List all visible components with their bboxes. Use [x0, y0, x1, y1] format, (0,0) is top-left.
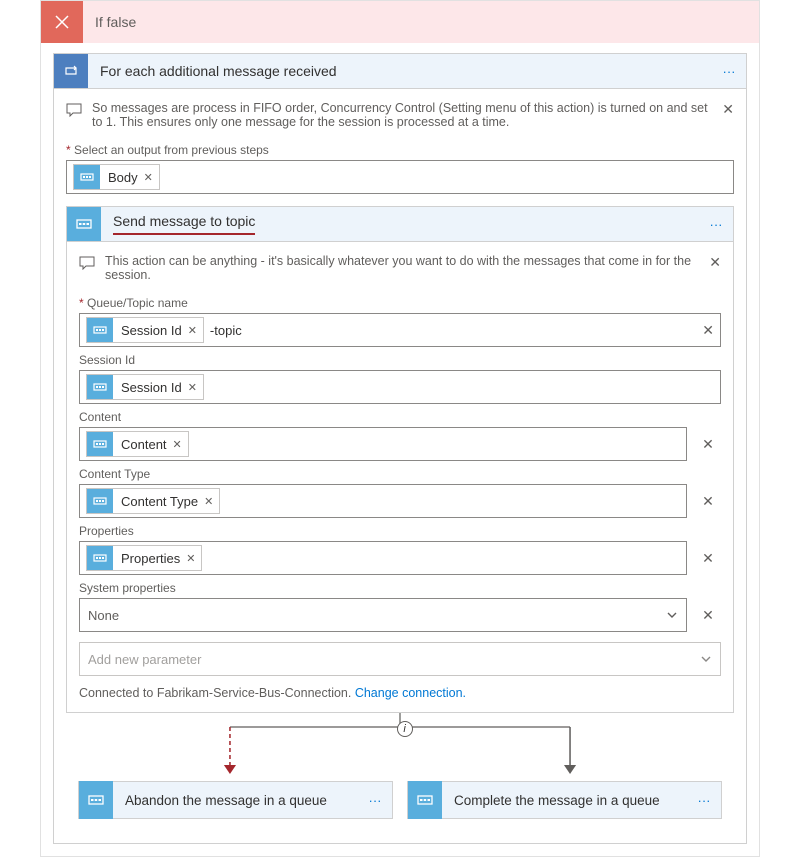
- props-token[interactable]: Properties ✕: [86, 545, 202, 571]
- servicebus-icon: [87, 317, 113, 343]
- servicebus-icon: [87, 488, 113, 514]
- queue-input[interactable]: Session Id ✕ -topic ✕: [79, 313, 721, 347]
- sysprops-select[interactable]: None: [79, 598, 687, 632]
- servicebus-icon: [87, 431, 113, 457]
- complete-menu-button[interactable]: ···: [687, 781, 721, 819]
- send-title: Send message to topic: [101, 213, 699, 235]
- content-token[interactable]: Content ✕: [86, 431, 189, 457]
- servicebus-icon: [408, 781, 442, 819]
- servicebus-icon: [67, 207, 101, 241]
- servicebus-icon: [87, 545, 113, 571]
- content-label: Content: [79, 410, 721, 424]
- flow-info-button[interactable]: i: [397, 721, 413, 737]
- if-false-header: If false: [41, 1, 759, 43]
- queue-token-remove[interactable]: ✕: [188, 324, 203, 337]
- add-parameter-placeholder: Add new parameter: [88, 652, 201, 667]
- foreach-menu-button[interactable]: ···: [712, 54, 746, 88]
- complete-action[interactable]: Complete the message in a queue ···: [407, 781, 722, 819]
- queue-sessionid-token[interactable]: Session Id ✕: [86, 317, 204, 343]
- chat-icon: [79, 256, 95, 270]
- session-input[interactable]: Session Id ✕: [79, 370, 721, 404]
- add-parameter-select[interactable]: Add new parameter: [79, 642, 721, 676]
- body-token-label: Body: [100, 170, 144, 185]
- chevron-down-icon: [700, 653, 712, 665]
- props-token-remove[interactable]: ✕: [186, 552, 201, 565]
- sysprops-remove-field-button[interactable]: ✕: [695, 602, 721, 628]
- ctype-token-remove[interactable]: ✕: [204, 495, 219, 508]
- output-input[interactable]: Body ✕: [66, 160, 734, 194]
- body-token-remove[interactable]: ✕: [144, 171, 159, 184]
- output-label: Select an output from previous steps: [66, 143, 734, 157]
- servicebus-icon: [74, 164, 100, 190]
- foreach-note-text: So messages are process in FIFO order, C…: [92, 101, 712, 129]
- if-false-title: If false: [83, 14, 759, 30]
- content-token-remove[interactable]: ✕: [173, 438, 188, 451]
- chat-icon: [66, 103, 82, 117]
- abandon-action[interactable]: Abandon the message in a queue ···: [78, 781, 393, 819]
- props-label: Properties: [79, 524, 721, 538]
- ctype-label: Content Type: [79, 467, 721, 481]
- send-menu-button[interactable]: ···: [699, 207, 733, 241]
- dismiss-note-button[interactable]: ✕: [722, 101, 734, 118]
- queue-label: Queue/Topic name: [79, 296, 721, 310]
- send-note-row: This action can be anything - it's basic…: [79, 250, 721, 290]
- complete-title: Complete the message in a queue: [442, 793, 687, 808]
- connection-info: Connected to Fabrikam-Service-Bus-Connec…: [79, 686, 721, 700]
- abandon-title: Abandon the message in a queue: [113, 793, 358, 808]
- ctype-remove-field-button[interactable]: ✕: [695, 488, 721, 514]
- servicebus-icon: [87, 374, 113, 400]
- foreach-header[interactable]: For each additional message received ···: [53, 53, 747, 89]
- foreach-note-row: So messages are process in FIFO order, C…: [66, 97, 734, 137]
- session-token-remove[interactable]: ✕: [188, 381, 203, 394]
- loop-icon: [54, 54, 88, 88]
- change-connection-link[interactable]: Change connection.: [355, 686, 466, 700]
- condition-false-container: If false For each additional message rec…: [40, 0, 760, 857]
- content-input[interactable]: Content ✕: [79, 427, 687, 461]
- props-input[interactable]: Properties ✕: [79, 541, 687, 575]
- if-false-body: For each additional message received ···…: [41, 43, 759, 856]
- dismiss-send-note-button[interactable]: ✕: [709, 254, 721, 271]
- queue-clear-button[interactable]: ✕: [702, 322, 714, 339]
- session-label: Session Id: [79, 353, 721, 367]
- servicebus-icon: [79, 781, 113, 819]
- close-icon: [41, 1, 83, 43]
- send-header[interactable]: Send message to topic ···: [66, 206, 734, 242]
- props-remove-field-button[interactable]: ✕: [695, 545, 721, 571]
- queue-suffix: -topic: [210, 323, 242, 338]
- foreach-body: So messages are process in FIFO order, C…: [53, 89, 747, 844]
- session-token[interactable]: Session Id ✕: [86, 374, 204, 400]
- sysprops-label: System properties: [79, 581, 721, 595]
- send-body: This action can be anything - it's basic…: [66, 242, 734, 713]
- body-token[interactable]: Body ✕: [73, 164, 160, 190]
- flow-connector: i: [66, 713, 734, 781]
- ctype-token[interactable]: Content Type ✕: [86, 488, 220, 514]
- send-note-text: This action can be anything - it's basic…: [105, 254, 699, 282]
- content-remove-field-button[interactable]: ✕: [695, 431, 721, 457]
- sysprops-value: None: [88, 608, 119, 623]
- abandon-menu-button[interactable]: ···: [358, 781, 392, 819]
- foreach-title: For each additional message received: [88, 63, 712, 79]
- chevron-down-icon: [666, 609, 678, 621]
- ctype-input[interactable]: Content Type ✕: [79, 484, 687, 518]
- branches-row: Abandon the message in a queue ··· Compl…: [66, 781, 734, 831]
